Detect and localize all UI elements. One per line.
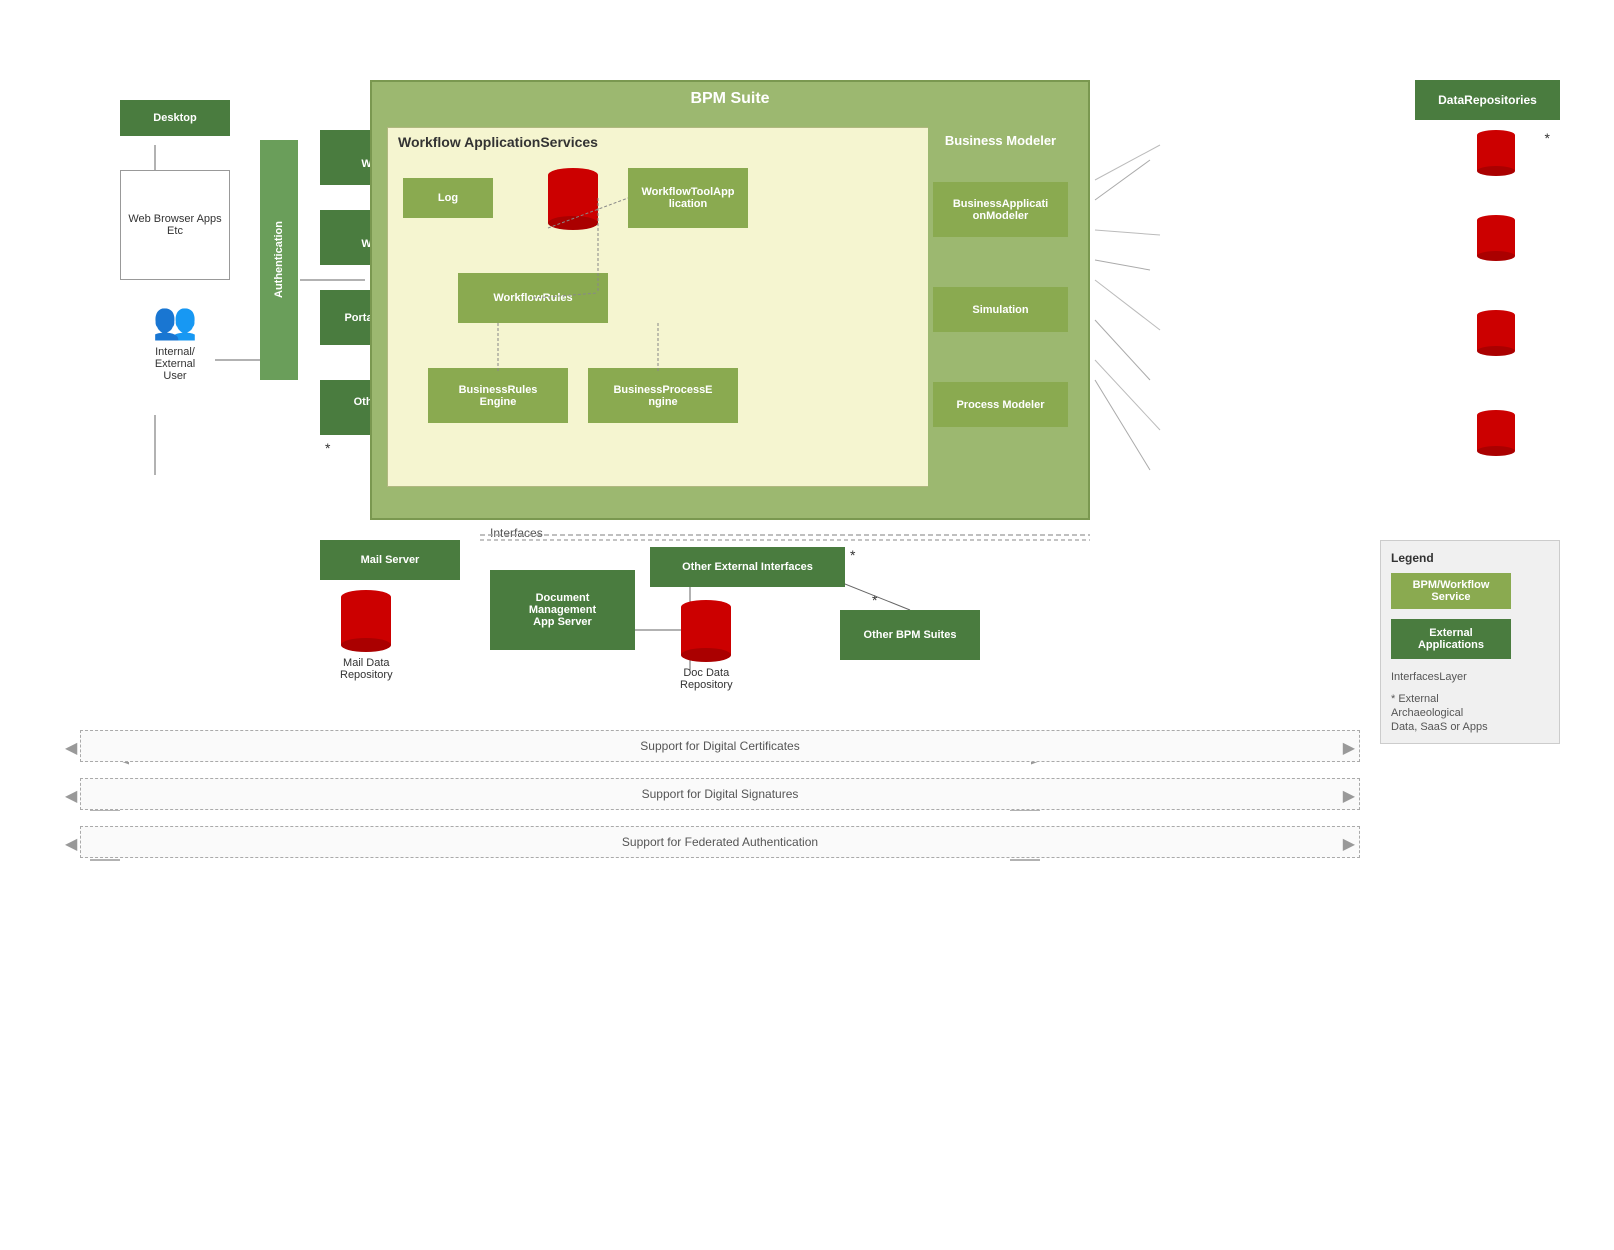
legend-interfaces-item: InterfacesLayer <box>1391 669 1549 683</box>
workflow-tool-app-label: WorkflowToolApp lication <box>641 186 734 210</box>
db-bottom <box>548 216 598 230</box>
bpm-suite: BPM Suite Workflow ApplicationServices L… <box>370 80 1090 520</box>
simulation-label: Simulation <box>972 304 1028 316</box>
mail-server-label: Mail Server <box>361 554 420 566</box>
web-browser-box: Web Browser Apps Etc <box>120 170 230 280</box>
db-top-4 <box>1477 410 1515 420</box>
doc-db-top <box>681 600 731 614</box>
arrow-right-sigs: ▶ <box>1343 786 1355 806</box>
db-top-3 <box>1477 310 1515 320</box>
user-label: Internal/ External User <box>155 346 195 382</box>
legend-interfaces-label: InterfacesLayer <box>1391 671 1467 683</box>
asterisk-1: * <box>1545 130 1550 146</box>
asterisk-bpm-suites: * <box>872 592 877 608</box>
workflow-db <box>548 168 598 230</box>
legend-star-label: * External Archaeological Data, SaaS or … <box>1391 693 1488 733</box>
workflow-app-services-title: Workflow ApplicationServices <box>388 128 946 156</box>
legend-ext-apps-label: External Applications <box>1418 627 1484 651</box>
workflow-area: Workflow ApplicationServices Log Workflo… <box>387 127 947 487</box>
business-modeler-title: Business Modeler <box>928 127 1073 154</box>
arrow-right-certs: ▶ <box>1343 738 1355 758</box>
db-bottom-4 <box>1477 446 1515 456</box>
data-repositories-section: DataRepositories <box>1415 80 1560 120</box>
doc-db-bottom <box>681 648 731 662</box>
data-repo-2 <box>1477 215 1515 261</box>
business-process-engine-label: BusinessProcessE ngine <box>613 384 712 408</box>
mail-db <box>341 590 391 652</box>
business-rules-engine-box: BusinessRules Engine <box>428 368 568 423</box>
authentication-label: Authentication <box>273 222 285 299</box>
data-repositories-title: DataRepositories <box>1438 93 1537 107</box>
person-icon: 👥 <box>153 300 198 342</box>
log-label: Log <box>438 192 458 204</box>
diagram-container: Desktop Web Browser Apps Etc 👥 Internal/… <box>60 80 1560 1130</box>
other-external-interfaces-box: Other External Interfaces <box>650 547 845 587</box>
arrow-left-certs: ◀ <box>65 738 77 758</box>
log-box: Log <box>403 178 493 218</box>
data-repo-1 <box>1477 130 1515 176</box>
other-external-interfaces-label: Other External Interfaces <box>682 561 813 573</box>
other-bpm-suites-box: Other BPM Suites <box>840 610 980 660</box>
mail-db-bottom <box>341 638 391 652</box>
biz-app-modeler-box: BusinessApplicati onModeler <box>933 182 1068 237</box>
interfaces-dashed-line <box>60 520 1110 550</box>
db-top-1 <box>1477 130 1515 140</box>
bpm-suite-title: BPM Suite <box>372 82 1088 116</box>
user-group: 👥 Internal/ External User <box>120 300 230 382</box>
support-digital-certs-label: Support for Digital Certificates <box>640 739 799 753</box>
support-federated-auth-bar: Support for Federated Authentication <box>80 826 1360 858</box>
process-modeler-box: Process Modeler <box>933 382 1068 427</box>
mail-data-repo: Mail Data Repository <box>340 590 393 681</box>
asterisk-other-apps: * <box>325 440 330 456</box>
support-federated-auth-label: Support for Federated Authentication <box>622 835 818 849</box>
business-rules-engine-label: BusinessRules Engine <box>459 384 538 408</box>
arrow-left-auth: ◀ <box>65 834 77 854</box>
arrow-left-sigs: ◀ <box>65 786 77 806</box>
simulation-box: Simulation <box>933 287 1068 332</box>
mail-db-top <box>341 590 391 604</box>
web-browser-label: Web Browser Apps Etc <box>121 213 229 237</box>
interfaces-label-bottom: Interfaces <box>490 526 543 540</box>
doc-management-box: Document Management App Server <box>490 570 635 650</box>
arrow-right-auth: ▶ <box>1343 834 1355 854</box>
workflow-tool-app-box: WorkflowToolApp lication <box>628 168 748 228</box>
support-digital-certs-bar: Support for Digital Certificates <box>80 730 1360 762</box>
desktop-label: Desktop <box>153 112 196 124</box>
doc-management-label: Document Management App Server <box>529 592 596 628</box>
legend-box: Legend BPM/Workflow Service External App… <box>1380 540 1560 744</box>
other-bpm-suites-label: Other BPM Suites <box>864 629 957 641</box>
mail-server-box: Mail Server <box>320 540 460 580</box>
support-digital-sigs-bar: Support for Digital Signatures <box>80 778 1360 810</box>
authentication-box: Authentication <box>260 140 298 380</box>
db-bottom-1 <box>1477 166 1515 176</box>
support-digital-sigs-label: Support for Digital Signatures <box>642 787 799 801</box>
legend-ext-apps-item: External Applications <box>1391 619 1549 661</box>
business-modeler-area: Business Modeler BusinessApplicati onMod… <box>928 127 1073 487</box>
mail-data-label: Mail Data Repository <box>340 657 393 681</box>
doc-db <box>681 600 731 662</box>
db-top <box>548 168 598 182</box>
db-bottom-3 <box>1477 346 1515 356</box>
db-top-2 <box>1477 215 1515 225</box>
legend-bpm-item: BPM/Workflow Service <box>1391 573 1549 611</box>
data-repo-4 <box>1477 410 1515 456</box>
biz-app-modeler-label: BusinessApplicati onModeler <box>953 198 1048 222</box>
db-bottom-2 <box>1477 251 1515 261</box>
doc-data-repo: Doc Data Repository <box>680 600 733 691</box>
process-modeler-label: Process Modeler <box>956 399 1044 411</box>
doc-data-label: Doc Data Repository <box>680 667 733 691</box>
workflow-rules-box: WorkflowRules <box>458 273 608 323</box>
asterisk-interfaces: * <box>850 547 855 563</box>
legend-star-item: * External Archaeological Data, SaaS or … <box>1391 691 1549 733</box>
desktop-box: Desktop <box>120 100 230 136</box>
business-process-engine-box: BusinessProcessE ngine <box>588 368 738 423</box>
legend-title: Legend <box>1391 551 1549 565</box>
data-repo-3 <box>1477 310 1515 356</box>
workflow-rules-label: WorkflowRules <box>493 292 572 304</box>
legend-bpm-label: BPM/Workflow Service <box>1413 579 1490 603</box>
